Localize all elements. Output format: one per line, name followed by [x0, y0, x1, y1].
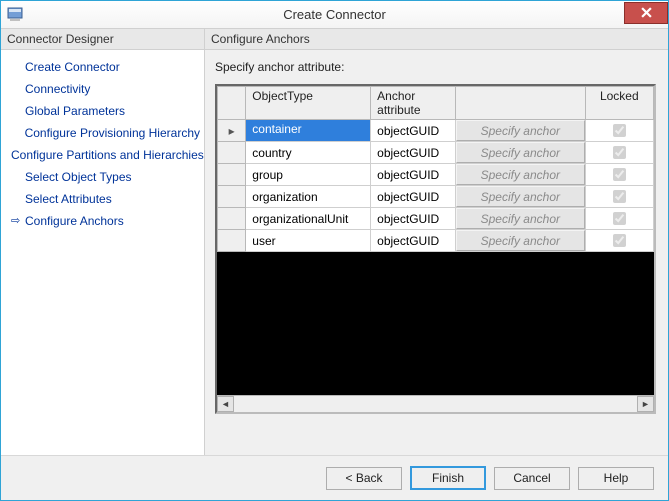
- dialog-body: Connector Designer Create Connector Conne…: [1, 29, 668, 500]
- nav-item-label: Configure Partitions and Hierarchies: [11, 146, 204, 164]
- cell-locked: [585, 120, 653, 142]
- nav-item-configure-partitions-and-hierarchies[interactable]: Configure Partitions and Hierarchies: [1, 144, 204, 166]
- scroll-track[interactable]: [234, 396, 637, 412]
- nav-item-configure-provisioning-hierarchy[interactable]: Configure Provisioning Hierarchy: [1, 122, 204, 144]
- specify-anchor-button[interactable]: Specify anchor: [456, 164, 585, 185]
- nav-item-label: Connectivity: [25, 80, 90, 98]
- locked-checkbox[interactable]: [613, 212, 626, 225]
- nav-item-global-parameters[interactable]: Global Parameters: [1, 100, 204, 122]
- cell-objecttype[interactable]: country: [246, 142, 371, 164]
- nav-item-label: Select Attributes: [25, 190, 112, 208]
- specify-anchor-button[interactable]: Specify anchor: [456, 120, 585, 141]
- dialog-window: Create Connector Connector Designer Crea…: [0, 0, 669, 501]
- panes: Connector Designer Create Connector Conne…: [1, 29, 668, 456]
- locked-checkbox[interactable]: [613, 146, 626, 159]
- button-bar: < Back Finish Cancel Help: [1, 456, 668, 500]
- cell-anchor[interactable]: objectGUID: [371, 186, 456, 208]
- cell-objecttype[interactable]: group: [246, 164, 371, 186]
- table-header-row: ObjectType Anchor attribute Locked: [218, 87, 654, 120]
- nav-list: Create Connector Connectivity Global Param…: [1, 50, 204, 455]
- instruction-label: Specify anchor attribute:: [215, 60, 656, 74]
- horizontal-scrollbar[interactable]: ◄ ►: [217, 395, 654, 412]
- cell-anchor[interactable]: objectGUID: [371, 164, 456, 186]
- left-pane: Connector Designer Create Connector Conne…: [1, 29, 205, 455]
- row-header[interactable]: [218, 164, 246, 186]
- titlebar: Create Connector: [1, 1, 668, 29]
- help-button[interactable]: Help: [578, 467, 654, 490]
- col-action[interactable]: [456, 87, 586, 120]
- close-button[interactable]: [624, 2, 668, 24]
- cell-objecttype[interactable]: container: [246, 120, 371, 142]
- nav-item-label: Create Connector: [25, 58, 120, 76]
- cell-action: Specify anchor: [456, 142, 586, 164]
- row-header[interactable]: [218, 230, 246, 252]
- cell-objecttype[interactable]: user: [246, 230, 371, 252]
- table-row: userobjectGUIDSpecify anchor: [218, 230, 654, 252]
- anchor-table: ObjectType Anchor attribute Locked ▸cont…: [217, 86, 654, 252]
- right-body: Specify anchor attribute:: [205, 50, 668, 455]
- specify-anchor-button[interactable]: Specify anchor: [456, 142, 585, 163]
- locked-checkbox[interactable]: [613, 168, 626, 181]
- nav-item-select-attributes[interactable]: Select Attributes: [1, 188, 204, 210]
- cell-action: Specify anchor: [456, 120, 586, 142]
- locked-checkbox[interactable]: [613, 124, 626, 137]
- anchor-grid: ObjectType Anchor attribute Locked ▸cont…: [215, 84, 656, 414]
- cell-locked: [585, 164, 653, 186]
- locked-checkbox[interactable]: [613, 190, 626, 203]
- cell-locked: [585, 208, 653, 230]
- col-rowheader[interactable]: [218, 87, 246, 120]
- cell-anchor[interactable]: objectGUID: [371, 208, 456, 230]
- locked-checkbox[interactable]: [613, 234, 626, 247]
- cell-locked: [585, 142, 653, 164]
- finish-button[interactable]: Finish: [410, 466, 486, 490]
- cell-objecttype[interactable]: organizationalUnit: [246, 208, 371, 230]
- col-locked[interactable]: Locked: [585, 87, 653, 120]
- back-button[interactable]: < Back: [326, 467, 402, 490]
- cell-locked: [585, 186, 653, 208]
- table-row: organizationobjectGUIDSpecify anchor: [218, 186, 654, 208]
- cell-action: Specify anchor: [456, 208, 586, 230]
- window-title: Create Connector: [1, 7, 668, 22]
- scroll-right-button[interactable]: ►: [637, 396, 654, 412]
- grid-empty-area: [217, 252, 654, 395]
- table-row: ▸containerobjectGUIDSpecify anchor: [218, 120, 654, 142]
- cell-action: Specify anchor: [456, 164, 586, 186]
- left-pane-header: Connector Designer: [1, 29, 204, 50]
- specify-anchor-button[interactable]: Specify anchor: [456, 208, 585, 229]
- cell-anchor[interactable]: objectGUID: [371, 230, 456, 252]
- nav-item-label: Select Object Types: [25, 168, 132, 186]
- app-icon: [7, 7, 23, 23]
- right-pane-header: Configure Anchors: [205, 29, 668, 50]
- cell-anchor[interactable]: objectGUID: [371, 142, 456, 164]
- table-row: groupobjectGUIDSpecify anchor: [218, 164, 654, 186]
- nav-item-label: Configure Provisioning Hierarchy: [25, 124, 200, 142]
- row-header[interactable]: [218, 186, 246, 208]
- col-anchorattr[interactable]: Anchor attribute: [371, 87, 456, 120]
- nav-item-create-connector[interactable]: Create Connector: [1, 56, 204, 78]
- nav-item-configure-anchors[interactable]: ⇨Configure Anchors: [1, 210, 204, 232]
- table-row: organizationalUnitobjectGUIDSpecify anch…: [218, 208, 654, 230]
- row-header[interactable]: ▸: [218, 120, 246, 142]
- cell-action: Specify anchor: [456, 186, 586, 208]
- nav-item-select-object-types[interactable]: Select Object Types: [1, 166, 204, 188]
- cell-objecttype[interactable]: organization: [246, 186, 371, 208]
- scroll-left-button[interactable]: ◄: [217, 396, 234, 412]
- row-header[interactable]: [218, 142, 246, 164]
- cell-anchor[interactable]: objectGUID: [371, 120, 456, 142]
- cell-action: Specify anchor: [456, 230, 586, 252]
- cell-locked: [585, 230, 653, 252]
- specify-anchor-button[interactable]: Specify anchor: [456, 230, 585, 251]
- cancel-button[interactable]: Cancel: [494, 467, 570, 490]
- nav-item-label: Global Parameters: [25, 102, 125, 120]
- row-header[interactable]: [218, 208, 246, 230]
- nav-item-label: Configure Anchors: [25, 212, 124, 230]
- right-pane: Configure Anchors Specify anchor attribu…: [205, 29, 668, 455]
- nav-item-connectivity[interactable]: Connectivity: [1, 78, 204, 100]
- col-objecttype[interactable]: ObjectType: [246, 87, 371, 120]
- table-row: countryobjectGUIDSpecify anchor: [218, 142, 654, 164]
- specify-anchor-button[interactable]: Specify anchor: [456, 186, 585, 207]
- nav-current-arrow-icon: ⇨: [11, 212, 25, 230]
